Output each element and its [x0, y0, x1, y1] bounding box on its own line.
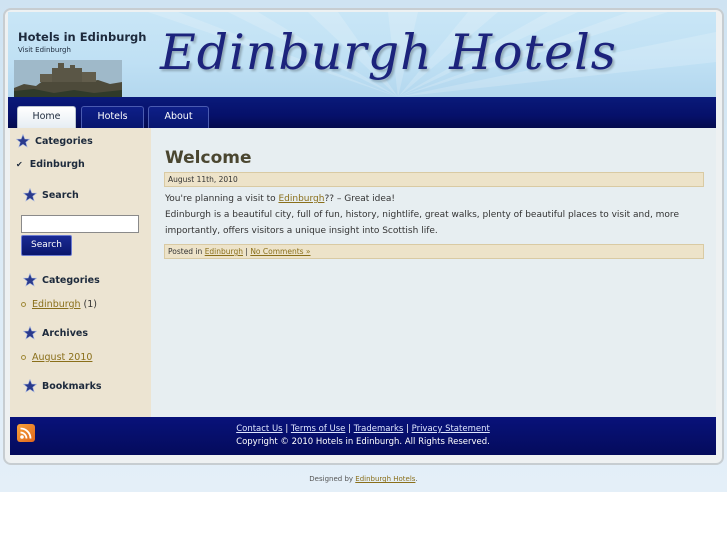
sidebar: Categories ✔ Edinburgh Search Search Cate…: [10, 128, 151, 417]
list-item: August 2010: [21, 352, 92, 363]
edinburgh-link[interactable]: Edinburgh: [278, 194, 324, 204]
separator: |: [403, 424, 412, 434]
site-subtitle: Visit Edinburgh: [18, 46, 71, 54]
active-category[interactable]: ✔ Edinburgh: [16, 159, 85, 170]
paragraph-text: You're planning a visit to: [165, 194, 279, 204]
tab-hotels[interactable]: Hotels: [81, 106, 144, 128]
star-icon: [16, 134, 30, 148]
post-paragraph-1: You're planning a visit to Edinburgh?? –…: [165, 192, 707, 208]
widget-heading-label: Categories: [42, 274, 100, 286]
category-link-edinburgh[interactable]: Edinburgh: [32, 299, 81, 310]
designer-link[interactable]: Edinburgh Hotels: [355, 475, 415, 483]
bullet-icon: [21, 355, 26, 360]
footer-links: Contact Us | Terms of Use | Trademarks |…: [10, 424, 716, 434]
widget-heading-label: Bookmarks: [42, 380, 102, 392]
site-footer: Contact Us | Terms of Use | Trademarks |…: [10, 417, 716, 455]
terms-of-use-link[interactable]: Terms of Use: [291, 424, 346, 434]
widget-search-heading: Search: [23, 188, 79, 202]
search-input[interactable]: [21, 215, 139, 233]
widget-bookmarks-heading: Bookmarks: [23, 379, 102, 393]
widget-categories-heading: Categories: [16, 134, 93, 148]
post-footer-meta: Posted in Edinburgh | No Comments »: [164, 244, 704, 259]
star-icon: [23, 273, 37, 287]
main-content: Welcome August 11th, 2010 You're plannin…: [151, 128, 716, 417]
designed-by: Designed by Edinburgh Hotels.: [0, 475, 727, 483]
banner-title: Edinburgh Hotels: [160, 24, 617, 81]
search-button[interactable]: Search: [21, 235, 72, 256]
posted-in-label: Posted in: [168, 247, 205, 256]
main-navigation: Home Hotels About: [8, 97, 716, 128]
widget-categories-heading-2: Categories: [23, 273, 100, 287]
edinburgh-castle-image: [14, 60, 122, 97]
category-count: (1): [83, 299, 98, 310]
bullet-icon: [21, 302, 26, 307]
privacy-statement-link[interactable]: Privacy Statement: [412, 424, 490, 434]
post-paragraph-2: Edinburgh is a beautiful city, full of f…: [165, 210, 679, 236]
designed-by-suffix: .: [415, 475, 418, 483]
posted-in-category-link[interactable]: Edinburgh: [205, 247, 243, 256]
separator: |: [345, 424, 354, 434]
post-title[interactable]: Welcome: [165, 148, 252, 168]
comments-link[interactable]: No Comments »: [250, 247, 310, 256]
separator: |: [282, 424, 291, 434]
site-header: Hotels in Edinburgh Visit Edinburgh Edin…: [8, 12, 716, 97]
list-item: Edinburgh (1): [21, 299, 97, 310]
widget-archives-heading: Archives: [23, 326, 88, 340]
archive-link-august-2010[interactable]: August 2010: [32, 352, 92, 363]
checkmark-icon: ✔: [16, 160, 23, 169]
widget-heading-label: Search: [42, 189, 79, 201]
tab-about[interactable]: About: [148, 106, 209, 128]
star-icon: [23, 379, 37, 393]
tab-home[interactable]: Home: [17, 106, 76, 128]
widget-heading-label: Archives: [42, 327, 88, 339]
star-icon: [23, 326, 37, 340]
active-category-label: Edinburgh: [29, 159, 85, 170]
trademarks-link[interactable]: Trademarks: [354, 424, 404, 434]
paragraph-text: ?? – Great idea!: [324, 194, 396, 204]
designed-by-label: Designed by: [309, 475, 356, 483]
contact-us-link[interactable]: Contact Us: [236, 424, 282, 434]
post-date: August 11th, 2010: [164, 172, 704, 187]
star-icon: [23, 188, 37, 202]
widget-heading-label: Categories: [35, 135, 93, 147]
copyright-text: Copyright © 2010 Hotels in Edinburgh. Al…: [236, 437, 490, 447]
site-title[interactable]: Hotels in Edinburgh: [18, 30, 146, 44]
